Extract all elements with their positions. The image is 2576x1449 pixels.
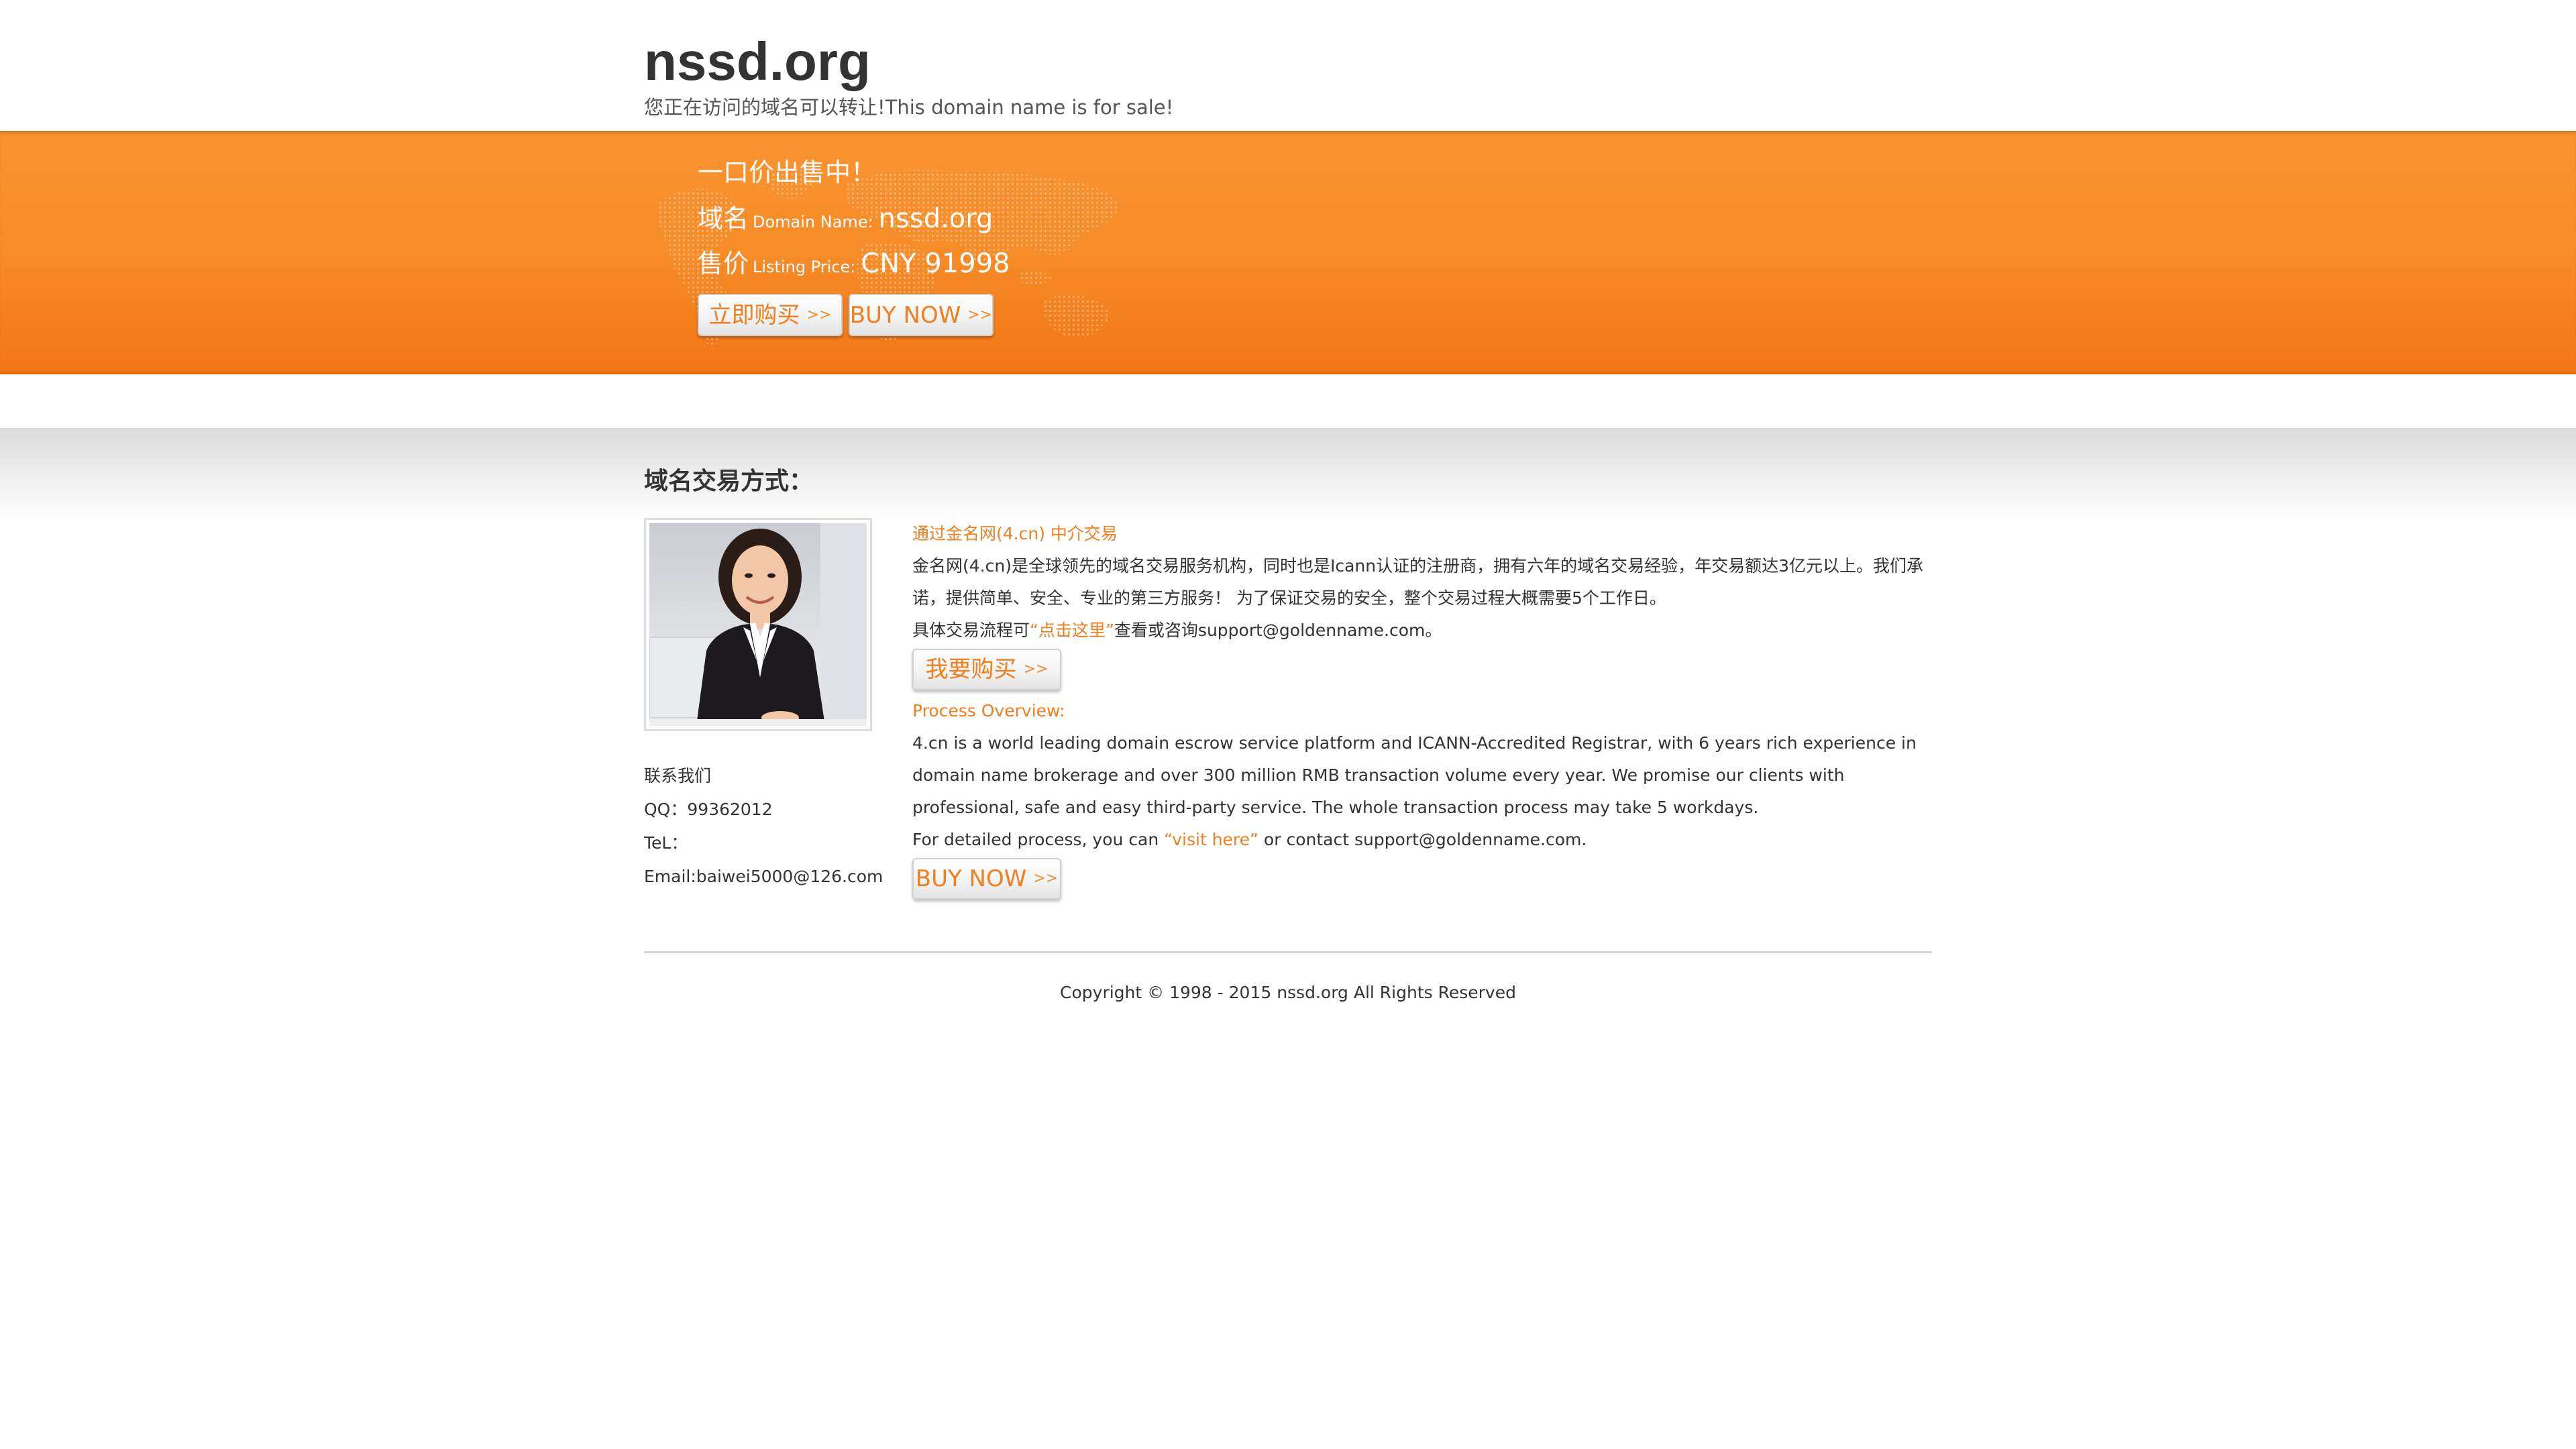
header: nssd.org 您正在访问的域名可以转让!This domain name i… [0,0,2576,131]
en-process-heading: Process Overview: [912,701,1065,720]
site-subtitle: 您正在访问的域名可以转让!This domain name is for sal… [644,96,1174,119]
zh-process-description: 金名网(4.cn)是全球领先的域名交易服务机构，同时也是Icann认证的注册商，… [912,556,1923,608]
buy-now-label-zh: 立即购买 [708,301,800,329]
contact-heading: 联系我们 [644,766,712,786]
zh-buy-button-row: 我要购买 >> [912,647,1932,695]
zh-detail-prefix: 具体交易流程可 [912,621,1030,640]
en-visit-here-link[interactable]: “visit here” [1164,830,1258,849]
domain-label-en: Domain Name: [753,213,873,231]
en-process-description: 4.cn is a world leading domain escrow se… [912,733,1917,817]
customer-service-agent-icon [649,523,867,726]
site-title: nssd.org [644,32,871,91]
en-detail-prefix: For detailed process, you can [912,830,1165,849]
customer-service-photo [644,518,872,731]
en-buy-button-row: BUY NOW >> [912,856,1932,904]
zh-click-here-link[interactable]: “点击这里” [1030,621,1114,640]
price-label-zh: 售价 [698,249,749,278]
listing-price-line: 售价 Listing Price: CNY 91998 [698,246,1010,284]
domain-label-zh: 域名 [698,204,749,233]
gray-gradient-band [0,428,2576,522]
zh-detail-suffix: 查看或咨询support@goldenname.com。 [1114,621,1442,640]
sale-info: 一口价出售中！ 域名 Domain Name: nssd.org 售价 Listing… [698,131,1368,372]
footer-divider [644,951,1932,953]
spacer-band [0,374,2576,428]
buy-now-button-bottom[interactable]: BUY NOW >> [912,858,1061,900]
sale-heading: 一口价出售中！ [698,158,877,187]
contact-email: Email:baiwei5000@126.com [644,867,883,886]
zh-process-heading: 通过金名网(4.cn) 中介交易 [912,524,1118,543]
want-to-buy-button[interactable]: 我要购买 >> [912,649,1061,690]
price-value: CNY 91998 [861,248,1010,279]
domain-name-line: 域名 Domain Name: nssd.org [698,201,993,239]
en-detail-line: For detailed process, you can “visit her… [912,824,1932,856]
double-chevron-right-icon: >> [806,306,832,323]
buy-now-button-zh[interactable]: 立即购买 >> [698,294,843,336]
contact-tel: TeL： [644,833,688,853]
contact-info: 联系我们 QQ：99362012 TeL： Email:baiwei5000@1… [644,759,899,894]
double-chevron-right-icon: >> [967,306,993,323]
domain-value: nssd.org [878,203,994,234]
transaction-methods-title: 域名交易方式： [644,468,814,495]
double-chevron-right-icon: >> [1023,661,1049,678]
buy-now-label-en: BUY NOW [849,301,961,329]
zh-detail-line: 具体交易流程可“点击这里”查看或咨询support@goldenname.com… [912,614,1932,647]
sale-banner: 一口价出售中！ 域名 Domain Name: nssd.org 售价 Listing… [0,131,2576,372]
transaction-content: 通过金名网(4.cn) 中介交易 金名网(4.cn)是全球领先的域名交易服务机构… [912,518,1932,904]
price-label-en: Listing Price: [753,258,856,276]
buy-now-button-en[interactable]: BUY NOW >> [849,294,994,336]
en-detail-suffix: or contact support@goldenname.com. [1258,830,1587,849]
buy-now-label-bottom: BUY NOW [915,865,1027,892]
double-chevron-right-icon: >> [1033,870,1059,887]
contact-qq: QQ：99362012 [644,800,773,819]
copyright-text: Copyright © 1998 - 2015 nssd.org All Rig… [1060,983,1516,1002]
want-to-buy-label: 我要购买 [925,656,1017,683]
